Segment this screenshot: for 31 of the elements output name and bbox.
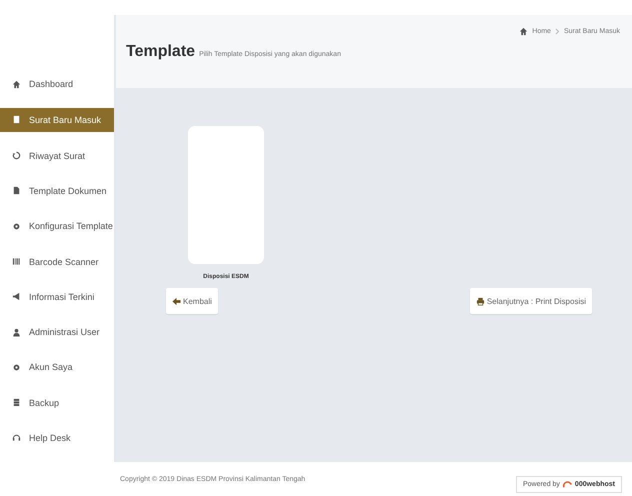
gear-icon (12, 362, 21, 372)
sidebar-item[interactable]: Konfigurasi Template (0, 215, 114, 238)
document-icon (12, 115, 21, 124)
logo-icon (562, 480, 572, 488)
arrow-left-icon (172, 296, 181, 306)
file-icon (12, 186, 21, 196)
page-title: Template (126, 42, 196, 60)
user-icon (12, 328, 21, 337)
sidebar-item[interactable]: Help Desk (0, 426, 114, 450)
sidebar-item[interactable]: Barcode Scanner (0, 250, 114, 273)
sidebar-item[interactable]: Informasi Terkini (0, 286, 114, 308)
sidebar-item[interactable]: Dashboard (0, 73, 114, 96)
template-card[interactable] (188, 126, 264, 264)
megaphone-icon (12, 292, 21, 302)
next-button[interactable]: Selanjutnya : Print Disposisi (470, 288, 592, 314)
headset-icon (12, 433, 21, 442)
sidebar-item[interactable]: Riwayat Surat (0, 144, 114, 167)
sidebar-item[interactable]: Surat Baru Masuk (0, 108, 114, 132)
home-icon (12, 80, 21, 89)
barcode-icon (12, 257, 21, 266)
gear-icon (12, 222, 21, 231)
sidebar-item[interactable]: Backup (0, 392, 114, 414)
sidebar-item[interactable]: Template Dokumen (0, 180, 114, 202)
sidebar-item[interactable]: Administrasi User (0, 320, 114, 344)
history-icon (12, 151, 21, 160)
back-button[interactable]: Kembali (166, 288, 218, 314)
home-icon (519, 27, 528, 36)
sidebar-item[interactable]: Akun Saya (0, 356, 114, 378)
database-icon (12, 398, 21, 408)
printer-icon (476, 296, 485, 306)
chevron-icon (554, 28, 560, 35)
